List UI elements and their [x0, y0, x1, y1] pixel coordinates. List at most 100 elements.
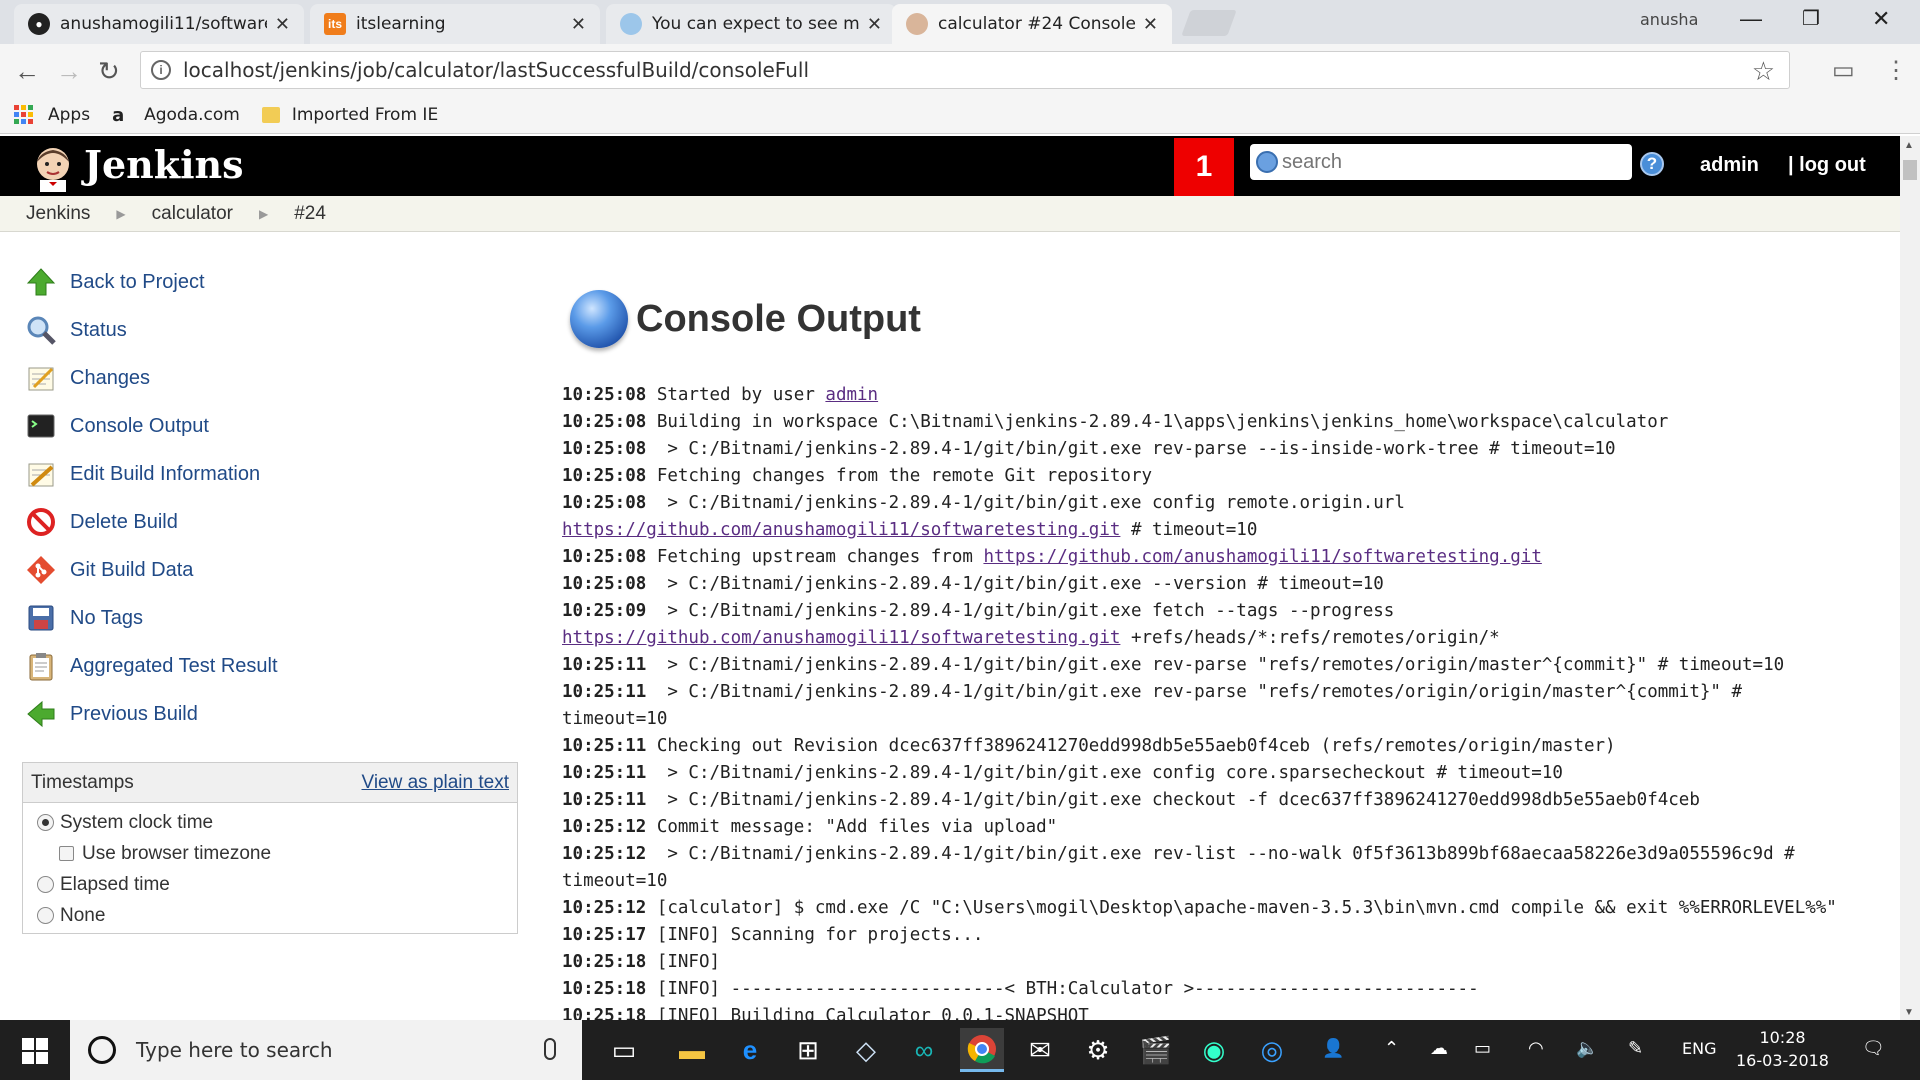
console-link[interactable]: https://github.com/anushamogili11/softwa…: [562, 520, 1120, 540]
url-text[interactable]: localhost/jenkins/job/calculator/lastSuc…: [183, 58, 809, 82]
user-link[interactable]: admin: [1700, 154, 1759, 177]
task-changes[interactable]: Changes: [26, 354, 526, 402]
file-explorer-icon[interactable]: ▬: [670, 1028, 714, 1072]
chevron-up-icon[interactable]: ⌃: [1384, 1038, 1399, 1059]
microphone-icon[interactable]: [544, 1038, 556, 1060]
volume-icon[interactable]: 🔈: [1576, 1038, 1598, 1059]
task-view-icon[interactable]: ▭: [602, 1028, 646, 1072]
scroll-up-icon[interactable]: ▲: [1904, 140, 1914, 151]
jenkins-butler-icon[interactable]: [28, 142, 78, 192]
search-input[interactable]: [1282, 150, 1612, 174]
wifi-icon[interactable]: ◠: [1528, 1038, 1544, 1059]
checkbox[interactable]: [59, 846, 74, 861]
new-tab-button[interactable]: [1181, 10, 1237, 36]
address-bar[interactable]: i localhost/jenkins/job/calculator/lastS…: [140, 51, 1790, 89]
console-link[interactable]: https://github.com/anushamogili11/softwa…: [562, 628, 1120, 648]
task-label[interactable]: Previous Build: [70, 703, 198, 726]
menu-icon[interactable]: ⋮: [1884, 56, 1908, 85]
tab-article[interactable]: You can expect to see m ✕: [606, 4, 896, 44]
restore-icon[interactable]: ❐: [1802, 6, 1820, 31]
task-label[interactable]: Status: [70, 319, 127, 342]
cortana-icon[interactable]: [88, 1036, 116, 1064]
scroll-down-icon[interactable]: ▼: [1904, 1007, 1914, 1018]
radio-button[interactable]: [37, 814, 54, 831]
minimize-icon[interactable]: —: [1740, 6, 1762, 32]
option-system-clock-time[interactable]: System clock time: [23, 807, 517, 838]
task-console-output[interactable]: Console Output: [26, 402, 526, 450]
edge-icon[interactable]: e: [728, 1028, 772, 1072]
option-use-browser-timezone[interactable]: Use browser timezone: [23, 838, 517, 869]
task-aggregated-test-result[interactable]: Aggregated Test Result: [26, 642, 526, 690]
bookmark-imported[interactable]: Imported From IE: [261, 105, 438, 125]
back-arrow-icon[interactable]: ←: [14, 56, 40, 87]
settings-app-icon[interactable]: ⚙: [1076, 1028, 1120, 1072]
task-label[interactable]: Back to Project: [70, 271, 205, 294]
close-icon[interactable]: ✕: [571, 14, 586, 35]
task-status[interactable]: Status: [26, 306, 526, 354]
radio-button[interactable]: [37, 907, 54, 924]
extension-icon[interactable]: ▭: [1832, 56, 1855, 85]
feedback-icon[interactable]: ◎: [1250, 1028, 1294, 1072]
task-no-tags[interactable]: No Tags: [26, 594, 526, 642]
dropbox-icon[interactable]: ◇: [844, 1028, 888, 1072]
pen-icon[interactable]: ✎: [1628, 1038, 1643, 1059]
tab-itslearning[interactable]: its itslearning ✕: [310, 4, 600, 44]
task-back-to-project[interactable]: Back to Project: [26, 258, 526, 306]
bookmark-star-icon[interactable]: ☆: [1752, 56, 1775, 87]
jenkins-search-box[interactable]: [1250, 144, 1632, 180]
profile-name[interactable]: anusha: [1640, 10, 1698, 29]
window-close-icon[interactable]: ✕: [1872, 6, 1890, 32]
jenkins-home-title[interactable]: Jenkins: [84, 142, 244, 187]
onedrive-icon[interactable]: ☁: [1430, 1038, 1448, 1059]
scrollbar-thumb[interactable]: [1903, 160, 1917, 180]
task-label[interactable]: Delete Build: [70, 511, 178, 534]
task-label[interactable]: Changes: [70, 367, 150, 390]
task-edit-build-information[interactable]: Edit Build Information: [26, 450, 526, 498]
close-icon[interactable]: ✕: [867, 14, 882, 35]
taskbar-search-placeholder[interactable]: Type here to search: [136, 1038, 333, 1062]
task-label[interactable]: Edit Build Information: [70, 463, 260, 486]
radio-button[interactable]: [37, 876, 54, 893]
battery-icon[interactable]: ▭: [1474, 1038, 1491, 1059]
breadcrumb-calculator[interactable]: calculator: [152, 203, 233, 225]
close-icon[interactable]: ✕: [1143, 14, 1158, 35]
task-git-build-data[interactable]: Git Build Data: [26, 546, 526, 594]
tab-github[interactable]: ● anushamogili11/software ✕: [14, 4, 304, 44]
console-link[interactable]: admin: [825, 385, 878, 405]
logout-link[interactable]: | log out: [1788, 154, 1866, 177]
taskbar-search-box[interactable]: Type here to search: [70, 1020, 582, 1080]
option-none[interactable]: None: [23, 900, 517, 931]
taskbar-clock[interactable]: 10:28 16-03-2018: [1736, 1026, 1829, 1072]
task-label[interactable]: Console Output: [70, 415, 209, 438]
arduino-icon[interactable]: ∞: [902, 1028, 946, 1072]
chrome-icon[interactable]: [960, 1028, 1004, 1072]
people-icon[interactable]: 👤: [1322, 1038, 1344, 1059]
bookmark-apps[interactable]: Apps: [14, 104, 90, 125]
task-label[interactable]: Git Build Data: [70, 559, 193, 582]
windows-start-icon[interactable]: [22, 1038, 48, 1064]
task-label[interactable]: No Tags: [70, 607, 143, 630]
task-previous-build[interactable]: Previous Build: [26, 690, 526, 738]
task-delete-build[interactable]: Delete Build: [26, 498, 526, 546]
reload-icon[interactable]: ↻: [98, 56, 120, 87]
notification-badge[interactable]: 1: [1174, 138, 1234, 196]
action-center-icon[interactable]: 🗨: [1862, 1038, 1885, 1059]
store-icon[interactable]: ⊞: [786, 1028, 830, 1072]
task-label[interactable]: Aggregated Test Result: [70, 655, 278, 678]
help-icon[interactable]: ?: [1640, 152, 1664, 176]
tab-jenkins-console[interactable]: calculator #24 Console [J ✕: [892, 4, 1172, 44]
breadcrumb-jenkins[interactable]: Jenkins: [26, 203, 90, 225]
forward-arrow-icon[interactable]: →: [56, 56, 82, 87]
chevron-right-icon[interactable]: ▶: [259, 207, 268, 221]
close-icon[interactable]: ✕: [275, 14, 290, 35]
page-scrollbar[interactable]: ▲ ▼: [1900, 136, 1920, 1020]
breadcrumb-build-24[interactable]: #24: [294, 203, 326, 225]
movies-icon[interactable]: 🎬: [1134, 1028, 1178, 1072]
bookmark-agoda[interactable]: a Agoda.com: [112, 105, 240, 126]
app-icon[interactable]: ◉: [1192, 1028, 1236, 1072]
view-as-plain-text-link[interactable]: View as plain text: [361, 772, 509, 794]
console-link[interactable]: https://github.com/anushamogili11/softwa…: [983, 547, 1541, 567]
option-elapsed-time[interactable]: Elapsed time: [23, 869, 517, 900]
language-indicator[interactable]: ENG: [1682, 1039, 1716, 1058]
info-icon[interactable]: i: [151, 60, 171, 80]
